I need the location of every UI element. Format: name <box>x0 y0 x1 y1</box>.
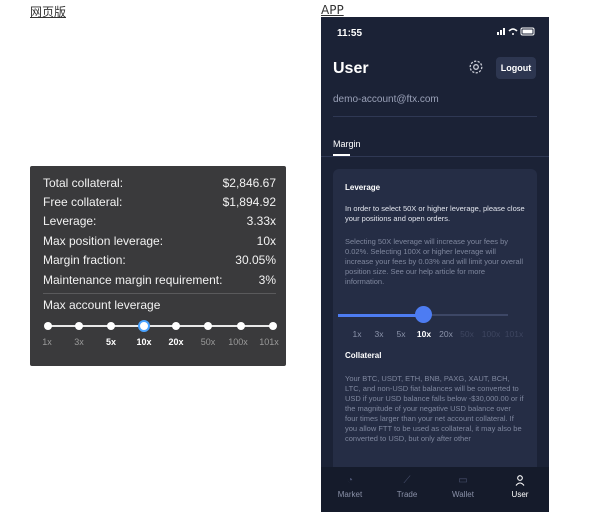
tab-label: Market <box>337 490 363 499</box>
leverage-stop-10x-selected[interactable] <box>138 320 150 332</box>
row-value: 3.33x <box>246 214 276 228</box>
leverage-stop-1x[interactable] <box>44 322 52 330</box>
divider <box>321 156 549 157</box>
leverage-stop-20x[interactable] <box>172 322 180 330</box>
signal-wifi-battery-icon <box>497 27 535 36</box>
tick-label[interactable]: 101x <box>505 329 523 339</box>
tick-label: 10x <box>136 337 152 347</box>
margin-fraction-row: Margin fraction: 30.05% <box>43 253 276 267</box>
tab-label: Trade <box>396 490 418 499</box>
row-value: 3% <box>258 273 276 287</box>
tick-label[interactable]: 1x <box>353 329 362 339</box>
tick-label: 1x <box>42 337 52 347</box>
max-position-leverage-row: Max position leverage: 10x <box>43 234 276 248</box>
divider <box>333 116 537 117</box>
leverage-stop-50x[interactable] <box>204 322 212 330</box>
app-screen: 11:55 User Logout demo-account@ftx.com M… <box>321 17 549 512</box>
leverage-slider-handle[interactable] <box>415 306 432 323</box>
page-title: User <box>333 60 369 77</box>
total-collateral-row: Total collateral: $2,846.67 <box>43 176 276 190</box>
tab-label: Wallet <box>452 490 474 499</box>
collateral-text: Your BTC, USDT, ETH, BNB, PAXG, XAUT, BC… <box>345 374 524 443</box>
web-caption: 网页版 <box>30 5 67 19</box>
tick-label: 50x <box>200 337 216 347</box>
wallet-icon: ▭ <box>458 475 468 486</box>
gear-icon[interactable] <box>467 59 485 77</box>
leverage-slider-fill <box>338 314 424 317</box>
tick-label: 100x <box>228 337 248 347</box>
logout-button[interactable]: Logout <box>496 57 536 79</box>
leverage-stop-5x[interactable] <box>107 322 115 330</box>
row-value: $2,846.67 <box>222 176 276 190</box>
tick-label: 20x <box>168 337 184 347</box>
tick-label[interactable]: 5x <box>397 329 406 339</box>
market-icon: ◔ <box>346 475 354 486</box>
row-label: Leverage: <box>43 214 97 228</box>
tab-label: User <box>511 490 529 499</box>
leverage-stop-3x[interactable] <box>75 322 83 330</box>
max-account-leverage-title: Max account leverage <box>43 298 161 312</box>
comparison-screenshot: 网页版 APP Total collateral: $2,846.67 Free… <box>0 0 600 524</box>
tick-label[interactable]: 20x <box>439 329 453 339</box>
row-label: Max position leverage: <box>43 234 164 248</box>
tab-margin[interactable]: Margin <box>333 139 361 149</box>
row-label: Maintenance margin requirement: <box>43 273 223 287</box>
margin-card: Leverage In order to select 50X or highe… <box>333 169 537 479</box>
tick-label: 3x <box>74 337 84 347</box>
row-value: $1,894.92 <box>222 195 276 209</box>
trade-icon: ⟋ <box>403 475 411 486</box>
tick-label[interactable]: 100x <box>482 329 500 339</box>
leverage-row: Leverage: 3.33x <box>43 214 276 228</box>
tick-label: 101x <box>259 337 279 347</box>
row-value: 10x <box>256 234 276 248</box>
leverage-heading: Leverage <box>345 183 381 192</box>
tab-market[interactable]: ◔ Market <box>325 475 375 499</box>
row-value: 30.05% <box>235 253 276 267</box>
leverage-warning-text: In order to select 50X or higher leverag… <box>345 204 525 223</box>
free-collateral-row: Free collateral: $1,894.92 <box>43 195 276 209</box>
status-time: 11:55 <box>337 28 363 39</box>
app-caption: APP <box>321 3 344 17</box>
row-label: Margin fraction: <box>43 253 126 267</box>
tab-wallet[interactable]: ▭ Wallet <box>438 475 488 499</box>
row-label: Total collateral: <box>43 176 124 190</box>
status-icons <box>497 26 537 39</box>
tick-label[interactable]: 3x <box>375 329 384 339</box>
tick-label[interactable]: 50x <box>460 329 474 339</box>
user-icon <box>495 475 545 487</box>
tick-label: 5x <box>105 337 117 347</box>
row-label: Free collateral: <box>43 195 123 209</box>
bottom-tab-bar: ◔ Market ⟋ Trade ▭ Wallet User <box>321 467 549 512</box>
tick-label[interactable]: 10x <box>417 329 431 339</box>
tab-user[interactable]: User <box>495 475 545 499</box>
leverage-stop-100x[interactable] <box>237 322 245 330</box>
divider <box>43 293 276 294</box>
leverage-stop-101x[interactable] <box>269 322 277 330</box>
collateral-heading: Collateral <box>345 351 382 360</box>
maintenance-margin-row: Maintenance margin requirement: 3% <box>43 273 276 287</box>
leverage-fee-note: Selecting 50X leverage will increase you… <box>345 237 523 286</box>
web-margin-panel: Total collateral: $2,846.67 Free collate… <box>30 166 286 366</box>
account-email: demo-account@ftx.com <box>333 94 439 105</box>
tab-trade[interactable]: ⟋ Trade <box>382 475 432 499</box>
